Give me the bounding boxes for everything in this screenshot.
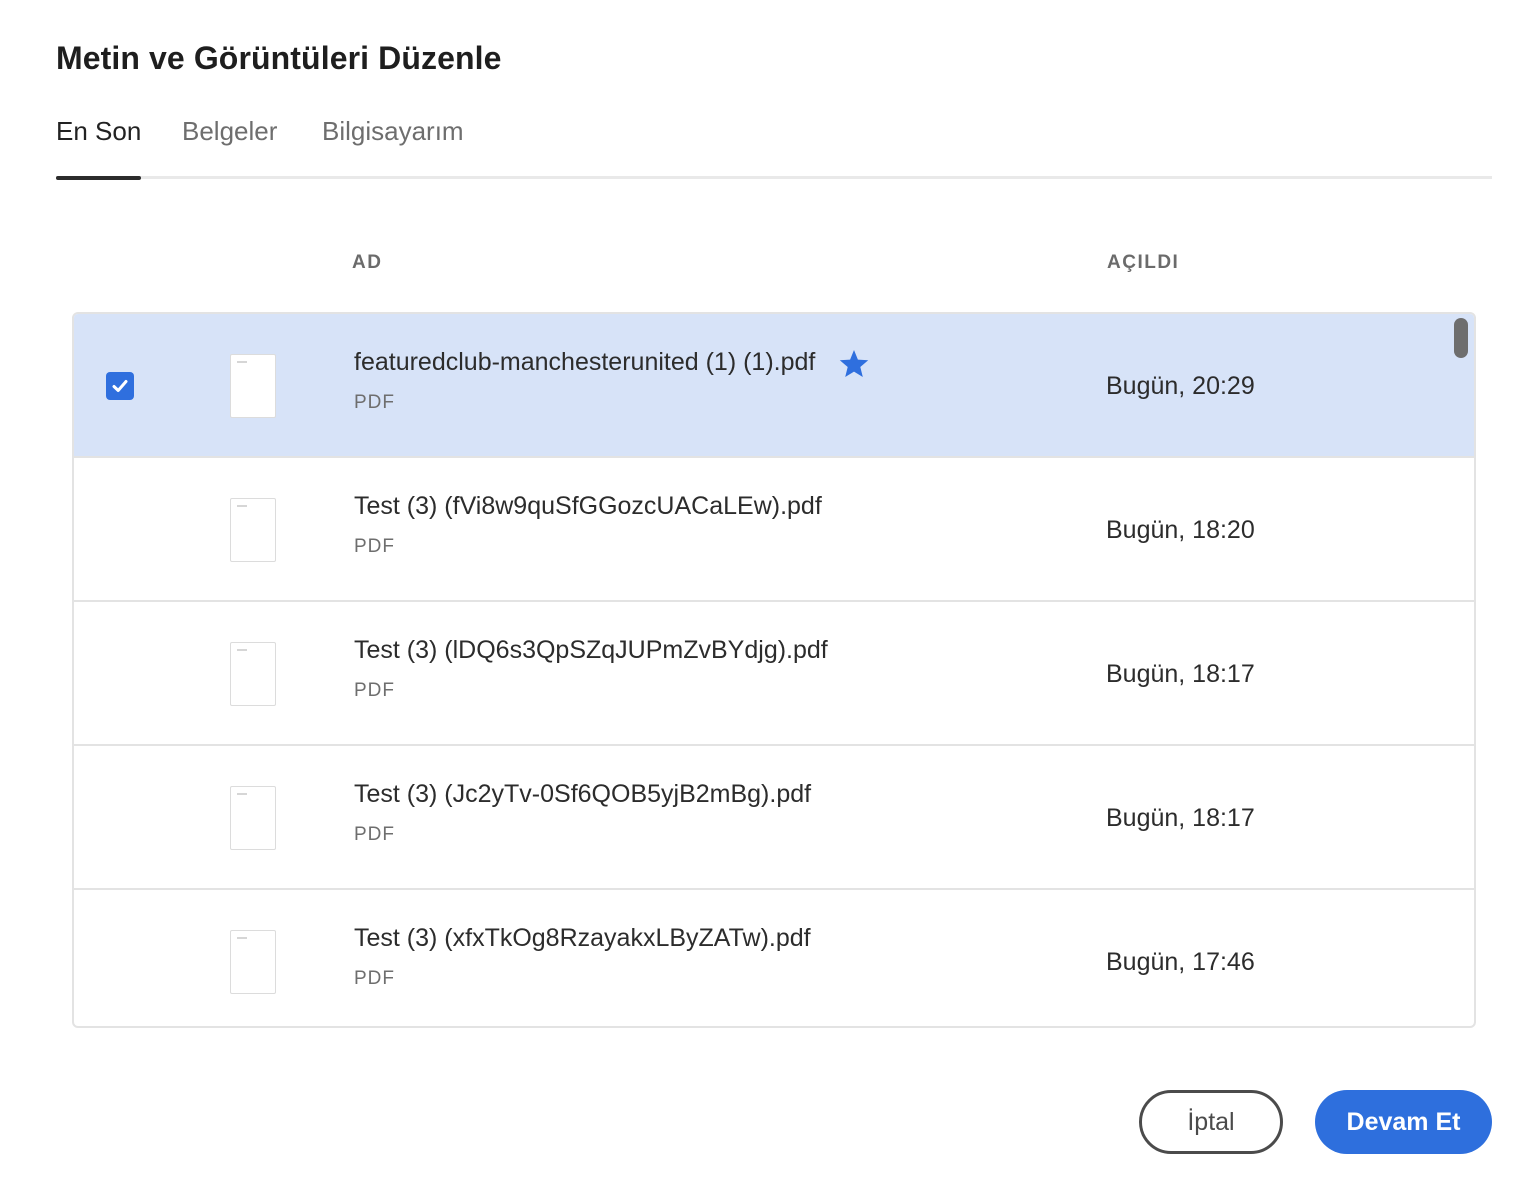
file-type: PDF bbox=[354, 680, 395, 701]
file-name: Test (3) (xfxTkOg8RzayakxLByZATw).pdf bbox=[354, 924, 811, 952]
file-name: featuredclub-manchesterunited (1) (1).pd… bbox=[354, 348, 816, 376]
cancel-button[interactable]: İptal bbox=[1139, 1090, 1283, 1154]
file-row[interactable]: Test (3) (Jc2yTv-0Sf6QOB5yjB2mBg).pdf PD… bbox=[74, 746, 1474, 890]
pdf-thumbnail-icon bbox=[230, 498, 276, 562]
continue-button[interactable]: Devam Et bbox=[1315, 1090, 1492, 1154]
file-type: PDF bbox=[354, 824, 395, 845]
file-type: PDF bbox=[354, 536, 395, 557]
pdf-thumbnail-icon bbox=[230, 354, 276, 418]
row-checkbox[interactable] bbox=[106, 372, 134, 400]
tab-documents[interactable]: Belgeler bbox=[182, 116, 277, 180]
file-name: Test (3) (lDQ6s3QpSZqJUPmZvBYdjg).pdf bbox=[354, 636, 828, 664]
file-type: PDF bbox=[354, 392, 395, 413]
pdf-thumbnail-icon bbox=[230, 786, 276, 850]
file-row[interactable]: Test (3) (fVi8w9quSfGGozcUACaLEw).pdf PD… bbox=[74, 458, 1474, 602]
file-opened-time: Bugün, 18:17 bbox=[1106, 804, 1255, 832]
tab-recent[interactable]: En Son bbox=[56, 116, 142, 180]
tab-my-computer[interactable]: Bilgisayarım bbox=[322, 116, 464, 180]
file-opened-time: Bugün, 18:17 bbox=[1106, 660, 1255, 688]
tab-bar: En Son Belgeler Bilgisayarım bbox=[56, 104, 1492, 180]
file-opened-time: Bugün, 20:29 bbox=[1106, 372, 1255, 400]
file-row[interactable]: Test (3) (lDQ6s3QpSZqJUPmZvBYdjg).pdf PD… bbox=[74, 602, 1474, 746]
column-header-name[interactable]: AD bbox=[352, 252, 382, 274]
file-type: PDF bbox=[354, 968, 395, 989]
file-name: Test (3) (Jc2yTv-0Sf6QOB5yjB2mBg).pdf bbox=[354, 780, 812, 808]
column-header-opened[interactable]: AÇILDI bbox=[1107, 252, 1179, 274]
scrollbar-thumb[interactable] bbox=[1454, 318, 1468, 358]
pdf-thumbnail-icon bbox=[230, 642, 276, 706]
file-opened-time: Bugün, 17:46 bbox=[1106, 948, 1255, 976]
file-opened-time: Bugün, 18:20 bbox=[1106, 516, 1255, 544]
checkmark-icon bbox=[112, 380, 128, 392]
file-row[interactable]: Test (3) (xfxTkOg8RzayakxLByZATw).pdf PD… bbox=[74, 890, 1474, 1026]
file-list[interactable]: featuredclub-manchesterunited (1) (1).pd… bbox=[72, 312, 1476, 1028]
star-icon[interactable] bbox=[838, 348, 870, 380]
pdf-thumbnail-icon bbox=[230, 930, 276, 994]
file-row[interactable]: featuredclub-manchesterunited (1) (1).pd… bbox=[74, 314, 1474, 458]
file-name: Test (3) (fVi8w9quSfGGozcUACaLEw).pdf bbox=[354, 492, 822, 520]
dialog-title: Metin ve Görüntüleri Düzenle bbox=[56, 40, 502, 76]
